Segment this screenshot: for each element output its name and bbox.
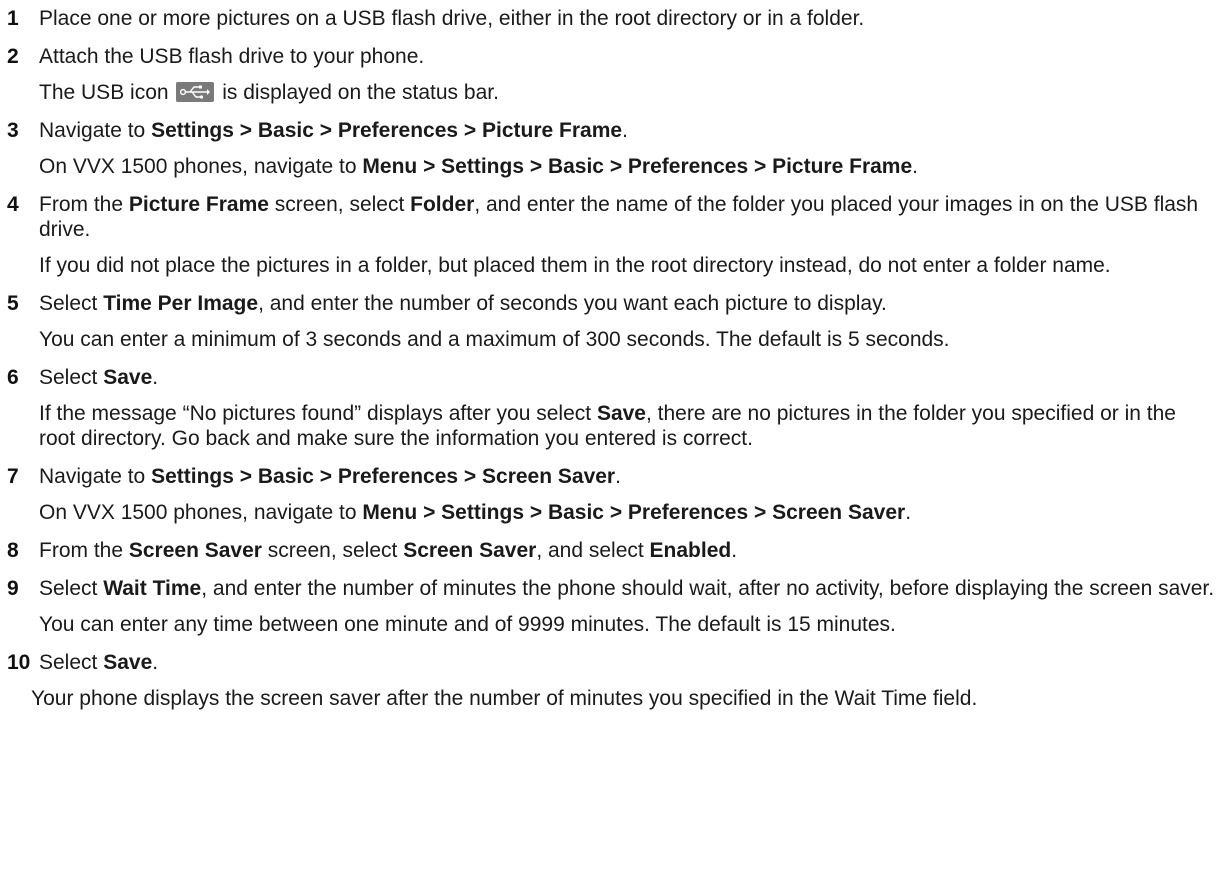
text-run: .: [731, 539, 738, 562]
step-number: 2: [7, 45, 19, 68]
text-run: .: [152, 366, 159, 389]
option-name: Folder: [410, 193, 475, 216]
text-run: Select: [39, 292, 104, 315]
step-text: From the Screen Saver screen, select Scr…: [39, 538, 1225, 563]
step-text: Select Save.: [39, 650, 1225, 675]
text-run: On VVX 1500 phones, navigate to: [39, 501, 363, 524]
step-number: 5: [7, 292, 19, 315]
text-run: Select: [39, 651, 104, 674]
text-run: screen, select: [261, 539, 404, 562]
menu-path: Menu > Settings > Basic > Preferences > …: [362, 501, 906, 524]
menu-path: Settings > Basic > Preferences > Screen …: [151, 465, 616, 488]
step-note: You can enter a minimum of 3 seconds and…: [39, 328, 950, 351]
text-run: .: [152, 651, 159, 674]
option-name: Save: [103, 366, 153, 389]
text-run: Navigate to: [39, 465, 152, 488]
step-2: 2 Attach the USB flash drive to your pho…: [7, 44, 1225, 69]
step-text: Select Time Per Image, and enter the num…: [39, 291, 1225, 316]
step-7: 7 Navigate to Settings > Basic > Prefere…: [7, 464, 1225, 489]
step-note: If you did not place the pictures in a f…: [39, 254, 1111, 277]
text-run: , and enter the number of minutes the ph…: [201, 577, 1215, 600]
option-name: Screen Saver: [403, 539, 537, 562]
text-run: From the: [39, 193, 129, 216]
text-run: If the message “No pictures found” displ…: [39, 402, 597, 425]
menu-path: Menu > Settings > Basic > Preferences > …: [362, 155, 913, 178]
step-3: 3 Navigate to Settings > Basic > Prefere…: [7, 118, 1225, 143]
instructions-document: 1 Place one or more pictures on a USB fl…: [0, 0, 1225, 711]
option-name: Save: [596, 402, 646, 425]
step-note: The USB icon is displayed on the status …: [39, 80, 1225, 105]
step-number: 9: [7, 577, 19, 600]
usb-icon: [176, 82, 215, 102]
step-note: If the message “No pictures found” displ…: [39, 401, 1225, 451]
step-4: 4 From the Picture Frame screen, select …: [7, 192, 1225, 242]
step-10: 10 Select Save.: [7, 650, 1225, 675]
step-note: You can enter any time between one minut…: [39, 613, 896, 636]
text-run: Navigate to: [39, 119, 152, 142]
option-value: Enabled: [649, 539, 732, 562]
option-name: Time Per Image: [103, 292, 259, 315]
text-run: On VVX 1500 phones, navigate to: [39, 155, 363, 178]
step-number: 3: [7, 119, 19, 142]
note-text: is displayed on the status bar.: [222, 81, 499, 104]
text-run: , and select: [536, 539, 650, 562]
step-number: 8: [7, 539, 19, 562]
text-run: .: [905, 501, 912, 524]
step-number: 4: [7, 193, 19, 216]
text-run: .: [615, 465, 621, 488]
step-text: Select Save.: [39, 365, 1225, 390]
text-run: Select: [39, 366, 104, 389]
step-9: 9 Select Wait Time, and enter the number…: [7, 576, 1225, 601]
text-run: From the: [39, 539, 129, 562]
step-number: 7: [7, 465, 19, 488]
screen-name: Picture Frame: [128, 193, 269, 216]
text-run: , and enter the number of seconds you wa…: [258, 292, 887, 315]
step-8: 8 From the Screen Saver screen, select S…: [7, 538, 1225, 563]
option-name: Save: [103, 651, 153, 674]
screen-name: Screen Saver: [128, 539, 262, 562]
step-text: Attach the USB flash drive to your phone…: [39, 45, 425, 68]
step-text: Navigate to Settings > Basic > Preferenc…: [39, 118, 1225, 143]
text-run: screen, select: [268, 193, 411, 216]
step-note: On VVX 1500 phones, navigate to Menu > S…: [39, 500, 1225, 525]
step-text: From the Picture Frame screen, select Fo…: [39, 192, 1225, 242]
note-text: The USB icon: [39, 81, 169, 104]
step-6: 6 Select Save.: [7, 365, 1225, 390]
text-run: .: [912, 155, 918, 178]
menu-path: Settings > Basic > Preferences > Picture…: [151, 119, 623, 142]
step-note: Your phone displays the screen saver aft…: [31, 687, 978, 710]
option-name: Wait Time: [103, 577, 202, 600]
text-run: Select: [39, 577, 104, 600]
text-run: .: [622, 119, 628, 142]
step-text: Navigate to Settings > Basic > Preferenc…: [39, 464, 1225, 489]
step-number: 6: [7, 366, 19, 389]
step-1: 1 Place one or more pictures on a USB fl…: [7, 6, 1225, 31]
step-text: Select Wait Time, and enter the number o…: [39, 576, 1225, 601]
step-text: Place one or more pictures on a USB flas…: [39, 7, 865, 30]
step-5: 5 Select Time Per Image, and enter the n…: [7, 291, 1225, 316]
step-number: 10: [7, 651, 31, 674]
step-number: 1: [7, 7, 19, 30]
step-note: On VVX 1500 phones, navigate to Menu > S…: [39, 154, 1225, 179]
